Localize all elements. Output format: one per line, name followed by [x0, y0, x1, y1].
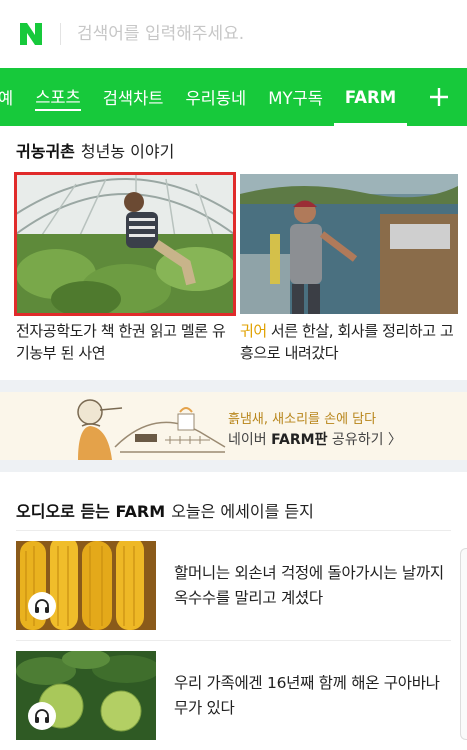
- caption-text: 서른 한살, 회사를 정리하고 고흥으로 내려갔다: [240, 322, 454, 362]
- tab-neighborhood[interactable]: 우리동네: [174, 68, 257, 126]
- banner-prefix: 네이버: [228, 432, 272, 448]
- search-divider: [60, 23, 61, 45]
- banner-line2[interactable]: 네이버 FARM판 공유하기 〉: [228, 429, 402, 449]
- naver-logo-icon: [20, 23, 42, 45]
- audio-play-button[interactable]: [28, 702, 56, 730]
- banner-suffix: 공유하기 〉: [327, 432, 402, 448]
- section-separator: [0, 380, 467, 392]
- audio-item-title[interactable]: 우리 가족에겐 16년째 함께 해온 구아바나무가 있다: [174, 671, 451, 721]
- banner-bold: FARM판: [271, 432, 328, 448]
- section-separator: [0, 460, 467, 472]
- article-image: [16, 174, 234, 314]
- article-card[interactable]: 전자공학도가 책 한권 읽고 멜론 유기농부 된 사연: [14, 172, 236, 364]
- article-caption[interactable]: 귀어 서른 한살, 회사를 정리하고 고흥으로 내려갔다: [240, 320, 458, 364]
- tab-label: FARM: [344, 87, 397, 107]
- search-input[interactable]: [77, 24, 377, 44]
- scrollbar[interactable]: [460, 548, 467, 740]
- article-caption[interactable]: 전자공학도가 책 한권 읽고 멜론 유기농부 된 사연: [16, 320, 234, 364]
- article-card[interactable]: 귀어 서른 한살, 회사를 정리하고 고흥으로 내려갔다: [240, 174, 458, 364]
- corn-thumbnail[interactable]: [16, 541, 156, 630]
- search-bar: [0, 0, 467, 68]
- farm-section: 귀농귀촌 청년농 이야기 전자공학도가 책 한권 읽고 멜론 유기농부 된 사연…: [0, 126, 467, 364]
- article-image: [240, 174, 458, 314]
- audio-section-header: 오디오로 듣는 FARM 오늘은 에세이를 듣지: [0, 472, 467, 530]
- share-banner[interactable]: 흙냄새, 새소리를 손에 담다 네이버 FARM판 공유하기 〉: [0, 392, 467, 460]
- tab-label: 우리동네: [185, 89, 247, 108]
- tab-farm[interactable]: FARM: [333, 68, 408, 126]
- greenhouse-farmer-photo[interactable]: [14, 172, 236, 316]
- audio-play-button[interactable]: [28, 592, 56, 620]
- guava-thumbnail[interactable]: [16, 651, 156, 740]
- tab-entertainment[interactable]: 예: [0, 68, 24, 126]
- tab-label: 스포츠: [35, 84, 81, 111]
- headphones-icon: [35, 709, 49, 723]
- headphones-icon: [35, 599, 49, 613]
- tab-search-chart[interactable]: 검색차트: [92, 68, 175, 126]
- add-tab-button[interactable]: [411, 68, 467, 126]
- section-subtitle[interactable]: 오늘은 에세이를 듣지: [171, 502, 314, 521]
- section-title[interactable]: 귀농귀촌: [16, 142, 75, 161]
- harbor-fisherman-photo[interactable]: [240, 174, 458, 314]
- main-tabs: 예 스포츠 검색차트 우리동네 MY구독 FARM: [0, 68, 467, 126]
- caption-keyword: 귀어: [240, 322, 267, 340]
- audio-item-title[interactable]: 할머니는 외손녀 걱정에 돌아가시는 날까지 옥수수를 말리고 계셨다: [174, 561, 451, 611]
- section-subtitle[interactable]: 청년농 이야기: [81, 142, 174, 161]
- tab-label: MY구독: [268, 89, 323, 108]
- audio-item[interactable]: 할머니는 외손녀 걱정에 돌아가시는 날까지 옥수수를 말리고 계셨다: [0, 531, 467, 640]
- naver-logo[interactable]: [16, 19, 46, 49]
- tab-label: 검색차트: [102, 89, 164, 108]
- tab-sports[interactable]: 스포츠: [24, 68, 92, 126]
- section-title[interactable]: 오디오로 듣는 FARM: [16, 502, 165, 521]
- card-list: 전자공학도가 책 한권 읽고 멜론 유기농부 된 사연 귀어 서른 한살, 회사…: [14, 172, 458, 364]
- tab-my-subscription[interactable]: MY구독: [257, 68, 334, 126]
- plus-icon: [430, 88, 448, 106]
- audio-item[interactable]: 우리 가족에겐 16년째 함께 해온 구아바나무가 있다: [0, 641, 467, 750]
- farmer-illustration-icon: [77, 399, 226, 460]
- banner-line1: 흙냄새, 새소리를 손에 담다: [228, 412, 377, 427]
- tab-label: 예: [0, 89, 14, 108]
- section-header: 귀농귀촌 청년농 이야기: [16, 126, 451, 162]
